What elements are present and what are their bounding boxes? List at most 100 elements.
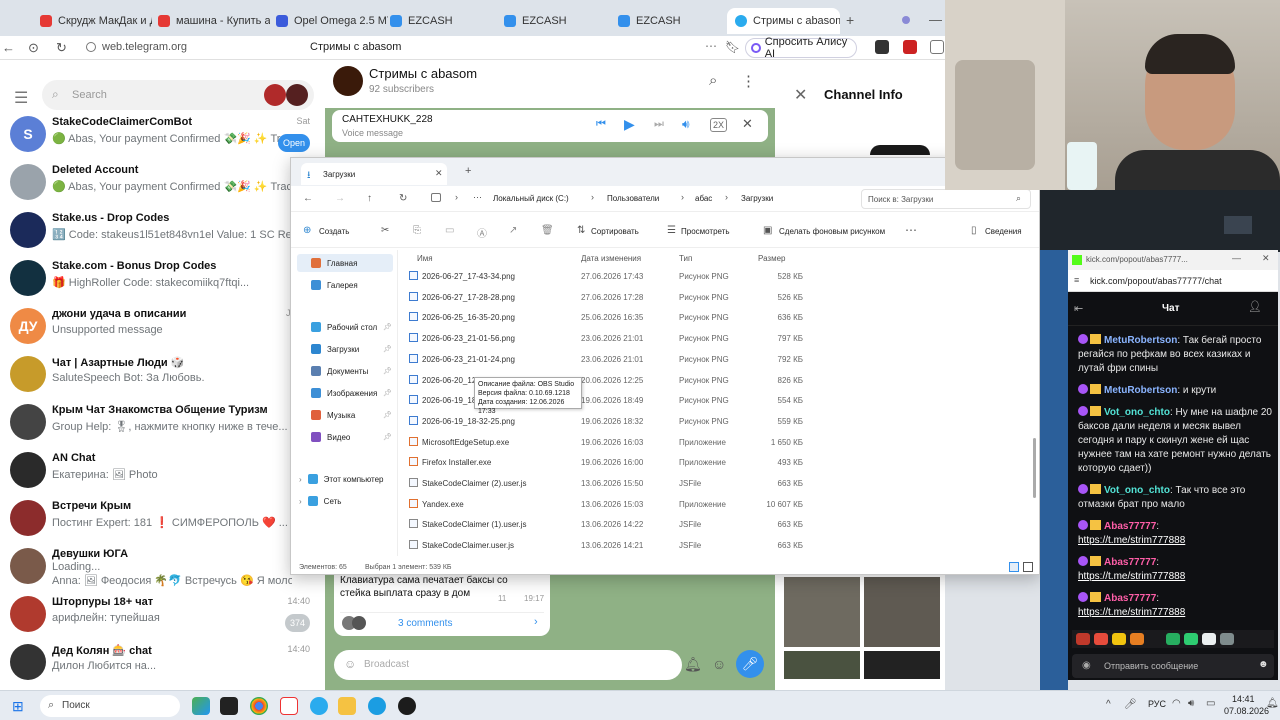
- nav-item[interactable]: Видео 📌︎: [311, 432, 392, 442]
- bell-icon[interactable]: 🔔︎: [684, 656, 702, 673]
- story-avatar[interactable]: [286, 84, 308, 106]
- emote-icon[interactable]: [1076, 633, 1090, 645]
- alice-button[interactable]: Спросить Алису AI: [745, 36, 857, 60]
- back-icon[interactable]: ←: [2, 40, 15, 55]
- close-player-icon[interactable]: ✕: [742, 116, 753, 132]
- emoji-icon[interactable]: ☻: [1258, 659, 1269, 670]
- browser-tab-active[interactable]: Стримы с abasom✕: [727, 8, 840, 34]
- breadcrumb-item[interactable]: Пользователи: [607, 194, 659, 203]
- more-icon[interactable]: ⋯: [705, 39, 717, 53]
- chat-username[interactable]: Abas77777: [1104, 593, 1156, 604]
- microphone-icon[interactable]: 🎤︎: [1124, 699, 1137, 710]
- chat-link[interactable]: https://t.me/strim777888: [1078, 571, 1185, 582]
- emoji-icon[interactable]: ☺: [344, 657, 356, 671]
- edge-icon[interactable]: [368, 697, 386, 715]
- file-row[interactable]: 2026-06-27_17-28-28.png 27.06.2026 17:28 Р…: [407, 287, 1027, 307]
- view-icon[interactable]: ☰: [667, 225, 676, 236]
- tray-expand-icon[interactable]: ^: [1106, 699, 1111, 710]
- chat-username[interactable]: MetuRobertson: [1104, 335, 1177, 346]
- wallpaper-icon[interactable]: ▣: [763, 225, 772, 236]
- column-type[interactable]: Тип: [679, 254, 692, 263]
- task-view-icon[interactable]: [220, 697, 238, 715]
- share-icon[interactable]: ↗: [509, 225, 517, 236]
- forward-icon[interactable]: →: [335, 193, 345, 204]
- emote-icon[interactable]: [1166, 633, 1180, 645]
- chat-link[interactable]: https://t.me/strim777888: [1078, 607, 1185, 618]
- settings-icon[interactable]: [930, 40, 944, 54]
- chat-username[interactable]: Vot_ono_chto: [1104, 485, 1170, 496]
- file-row[interactable]: MicrosoftEdgeSetup.exe 19.06.2026 16:03 Пр…: [407, 432, 1027, 452]
- wifi-icon[interactable]: ◠: [1172, 698, 1181, 709]
- list-view-icon[interactable]: [1009, 562, 1019, 572]
- volume-icon[interactable]: 🔊︎: [1188, 698, 1194, 709]
- comments-button[interactable]: 3 comments ›: [340, 612, 544, 632]
- close-tab-icon[interactable]: ✕: [435, 168, 443, 179]
- nav-item[interactable]: › Этот компьютер: [299, 474, 384, 484]
- file-row[interactable]: 2026-06-23_21-01-24.png 23.06.2026 21:01 Р…: [407, 349, 1027, 369]
- nav-item[interactable]: Документы 📌︎: [311, 366, 392, 376]
- chat-list-item[interactable]: Девушки ЮГА Loading... Anna: 🖼 Феодосия 🌴🐬…: [0, 542, 322, 590]
- breadcrumb-item[interactable]: абас: [695, 194, 712, 203]
- close-icon[interactable]: ✕: [1262, 253, 1270, 264]
- monitor-icon[interactable]: [431, 193, 441, 202]
- new-tab-button[interactable]: +: [846, 12, 854, 28]
- volume-icon[interactable]: 🔊︎: [682, 117, 690, 132]
- column-date[interactable]: Дата изменения: [581, 254, 641, 263]
- menu-icon[interactable]: ☰: [14, 88, 28, 108]
- tiles-view-icon[interactable]: [1023, 562, 1033, 572]
- language-indicator[interactable]: РУС: [1148, 699, 1166, 709]
- chat-username[interactable]: Abas77777: [1104, 521, 1156, 532]
- breadcrumb-item[interactable]: Загрузки: [741, 194, 773, 203]
- chat-header[interactable]: Стримы с abasom 92 subscribers ⌕ ⋮: [325, 60, 775, 108]
- play-icon[interactable]: ▶: [624, 116, 635, 133]
- file-row[interactable]: Firefox Installer.exe 19.06.2026 16:00 При…: [407, 452, 1027, 472]
- column-name[interactable]: Имя: [417, 254, 433, 263]
- minimize-icon[interactable]: —: [1232, 253, 1241, 263]
- more-icon[interactable]: ⋯: [473, 192, 482, 203]
- browser-tab[interactable]: EZCASH: [618, 8, 726, 34]
- pin-icon[interactable]: 📌︎: [383, 323, 392, 331]
- channel-avatar[interactable]: [333, 66, 363, 96]
- notification-icon[interactable]: 🔔︎: [1266, 698, 1279, 709]
- pin-icon[interactable]: 📌︎: [383, 367, 392, 375]
- nav-item[interactable]: Изображения 📌︎: [311, 388, 392, 398]
- search-icon[interactable]: ⌕: [709, 72, 717, 89]
- pin-icon[interactable]: 📌︎: [383, 411, 392, 419]
- clock-date[interactable]: 07.08.2026: [1224, 706, 1269, 716]
- create-button[interactable]: Создать: [319, 227, 349, 236]
- nav-item[interactable]: › Сеть: [299, 496, 341, 506]
- file-row[interactable]: 2026-06-27_17-43-34.png 27.06.2026 17:43 Р…: [407, 266, 1027, 286]
- channel-photo[interactable]: [870, 145, 930, 155]
- scrollbar-thumb[interactable]: [1033, 438, 1036, 498]
- start-icon[interactable]: ⊞: [12, 698, 24, 715]
- next-icon[interactable]: ⏭: [654, 118, 664, 131]
- browser-tab[interactable]: Opel Omega 2.5 MT,: [276, 8, 388, 34]
- paste-icon[interactable]: ▭: [445, 225, 454, 236]
- file-row[interactable]: StakeCodeClaimer (1).user.js 13.06.2026 1…: [407, 514, 1027, 534]
- copy-icon[interactable]: ⎘: [413, 225, 421, 236]
- chat-username[interactable]: MetuRobertson: [1104, 385, 1177, 396]
- chat-list-item[interactable]: Чат | Азартные Люди 🎲 SaluteSpeech Bot: З…: [0, 350, 322, 398]
- battery-icon[interactable]: ▭: [1206, 698, 1215, 709]
- add-icon[interactable]: ⊕: [303, 225, 311, 236]
- nav-item[interactable]: Загрузки 📌︎: [311, 344, 392, 354]
- new-tab-icon[interactable]: +: [465, 165, 471, 177]
- speed-button[interactable]: 2X: [710, 118, 728, 132]
- sort-button[interactable]: Сортировать: [591, 227, 639, 236]
- more-vertical-icon[interactable]: ⋮: [741, 72, 756, 90]
- cut-icon[interactable]: ✂: [381, 225, 389, 236]
- file-row[interactable]: Yandex.exe 13.06.2026 15:03 Приложение 10 6…: [407, 494, 1027, 514]
- emote-icon[interactable]: [1220, 633, 1234, 645]
- media-thumbnail[interactable]: [864, 577, 940, 647]
- nav-item[interactable]: Галерея: [311, 280, 358, 290]
- media-thumbnail[interactable]: [784, 577, 860, 647]
- bookmark-icon[interactable]: 🔖︎: [725, 40, 740, 54]
- search-box[interactable]: ⌕ Search: [42, 80, 314, 110]
- file-row[interactable]: StakeCodeClaimer (2).user.js 13.06.2026 1…: [407, 473, 1027, 493]
- browser-tab[interactable]: EZCASH: [390, 8, 498, 34]
- chat-list-item[interactable]: AN Chat Екатерина: 🖼 Photo: [0, 446, 322, 494]
- chat-list-item[interactable]: Stake.us - Drop Codes 🔢 Code: stakeus1l51…: [0, 206, 322, 254]
- reader-icon[interactable]: ⊙: [28, 40, 39, 56]
- refresh-icon[interactable]: ↻: [399, 193, 407, 204]
- sort-icon[interactable]: ⇅: [577, 225, 585, 236]
